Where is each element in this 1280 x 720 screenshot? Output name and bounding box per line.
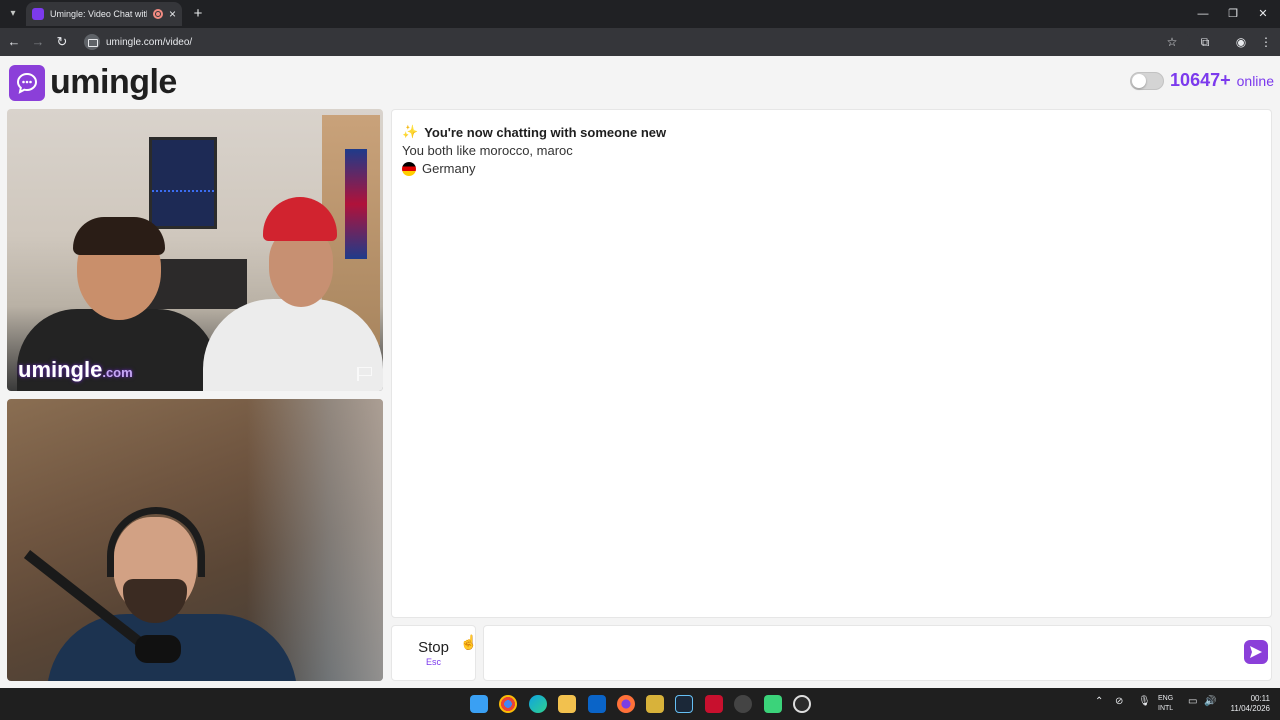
umingle-page: umingle 10647+ online umingle.com ✨ You'… [0,56,1280,688]
self-video [7,399,383,681]
windows-start-icon[interactable] [470,695,488,713]
person-left-hair [73,217,165,255]
tab-list-button[interactable]: ▾ [4,5,22,23]
edge-icon[interactable] [529,695,547,713]
country-text: Germany [422,161,476,176]
clock-date: 11/04/2026 [1230,704,1270,713]
shared-interests-text: You both like morocco, maroc [402,143,573,158]
video-watermark: umingle.com [18,357,133,383]
browser-tab-bar: ▾ Umingle: Video Chat with S × + — ❐ ✕ [0,0,1280,28]
forward-icon[interactable]: → [28,32,48,52]
online-indicator: 10647+ online [1130,70,1274,91]
browser-tab[interactable]: Umingle: Video Chat with S × [26,2,182,26]
tray-overflow-icon[interactable]: ⌃ [1095,696,1103,707]
bookmark-star-icon[interactable]: ☆ [1162,32,1182,52]
chat-status-text: You're now chatting with someone new [424,124,667,140]
menu-kebab-icon[interactable]: ⋮ [1256,32,1276,52]
clock-time: 00:11 [1250,694,1270,703]
language-code: ENG [1158,695,1174,702]
watermark-text: umingle [18,357,103,382]
hand-pointer-cursor-icon: ☝ [460,634,478,650]
stranger-video: umingle.com [7,109,383,391]
notes-app-icon[interactable] [646,695,664,713]
country-line: Germany [402,161,475,176]
volume-icon[interactable]: 🔊 [1204,696,1216,707]
address-bar[interactable]: umingle.com/video/ [80,31,1190,53]
media-app-icon[interactable] [764,695,782,713]
send-arrow-icon [1250,646,1262,658]
microphone-tray-icon[interactable]: 🎙 [1138,696,1151,707]
send-button[interactable] [1244,640,1268,664]
headset [107,507,205,577]
language-indicator[interactable]: ENG INTL [1158,694,1173,714]
chat-status-line: ✨ You're now chatting with someone new [402,124,666,140]
new-tab-button[interactable]: + [188,4,208,24]
person-right-body [203,299,383,391]
file-explorer-icon[interactable] [558,695,576,713]
browser-toolbar: ← → ↻ umingle.com/video/ ☆ ⧉ ◉ ⋮ [0,28,1280,56]
background-poster [149,137,217,229]
theme-toggle[interactable] [1130,71,1165,90]
restore-icon[interactable]: ❐ [1218,4,1248,24]
stop-label: Stop [418,639,449,656]
firefox-icon[interactable] [617,695,635,713]
outlook-icon[interactable] [588,695,606,713]
watermark-suffix: .com [102,365,133,380]
windows-taskbar: ⌃ ⊘ 🎙 ENG INTL ▭ 🔊 00:11 11/04/2026 [0,688,1280,720]
chat-bubble-logo-icon [9,64,45,101]
player-app-icon[interactable] [793,695,811,713]
toggle-knob [1132,73,1147,88]
germany-flag-icon [402,161,416,176]
close-tab-icon[interactable]: × [169,7,176,21]
profile-icon[interactable]: ◉ [1231,32,1251,52]
url-text: umingle.com/video/ [106,36,193,48]
close-window-icon[interactable]: ✕ [1248,4,1278,24]
chrome-icon[interactable] [499,695,517,713]
message-input[interactable] [483,625,1272,681]
system-clock[interactable]: 00:11 11/04/2026 [1222,694,1270,714]
online-count: 10647+ [1170,70,1231,90]
steam-icon[interactable] [675,695,693,713]
chat-log: ✨ You're now chatting with someone new Y… [391,109,1272,618]
recording-icon [152,9,163,19]
extensions-icon[interactable]: ⧉ [1195,32,1215,52]
umingle-favicon-icon [32,8,44,20]
background-banner [345,149,367,259]
site-info-icon[interactable] [84,34,100,50]
online-label: online [1236,72,1274,89]
keyboard-layout: INTL [1158,705,1174,712]
reload-icon[interactable]: ↻ [52,32,72,52]
minimize-icon[interactable]: — [1188,4,1218,24]
back-icon[interactable]: ← [4,32,24,52]
report-flag-icon[interactable] [357,367,373,381]
settings-app-icon[interactable] [734,695,752,713]
logo-text: umingle [50,63,177,101]
adobe-app-icon[interactable] [705,695,723,713]
sparkles-icon: ✨ [402,124,419,139]
network-off-icon[interactable]: ⊘ [1115,696,1123,707]
stop-shortcut: Esc [425,657,441,667]
display-icon[interactable]: ▭ [1188,696,1197,707]
site-logo[interactable]: umingle [9,63,177,102]
shared-interests-line: You both like morocco, maroc [402,143,573,158]
microphone [135,635,181,663]
tab-title: Umingle: Video Chat with S [50,9,147,19]
